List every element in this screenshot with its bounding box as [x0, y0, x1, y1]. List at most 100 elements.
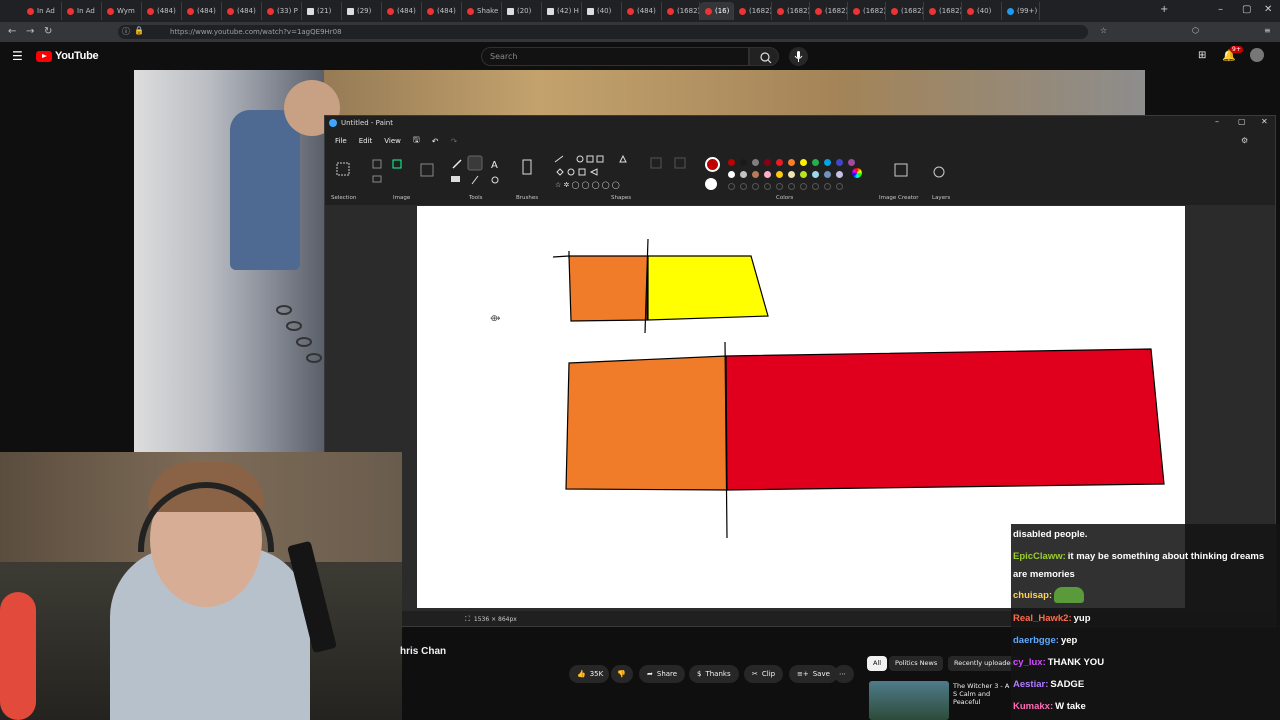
browser-tab[interactable]: (16)	[700, 2, 734, 20]
palette-swatch[interactable]	[764, 159, 771, 166]
search-button[interactable]	[749, 47, 779, 66]
chat-username[interactable]: EpicClaww:	[1013, 551, 1066, 562]
browser-tab[interactable]: (1682)	[810, 2, 848, 20]
empty-custom-swatch[interactable]	[836, 183, 843, 190]
paint-maximize-icon[interactable]: ▢	[1238, 117, 1246, 126]
browser-tab[interactable]: (1682)	[924, 2, 962, 20]
minimize-icon[interactable]: –	[1218, 4, 1223, 15]
browser-tab[interactable]: (1682)	[662, 2, 700, 20]
palette-swatch[interactable]	[752, 171, 759, 178]
browser-tab[interactable]: (20)	[502, 2, 542, 20]
browser-menu-icon[interactable]: ≡	[1264, 26, 1271, 35]
forward-icon[interactable]: →	[26, 26, 34, 37]
browser-tab[interactable]: (29)	[342, 2, 382, 20]
thanks-button[interactable]: $ Thanks	[689, 665, 739, 683]
settings-gear-icon[interactable]: ⚙	[1241, 136, 1248, 145]
browser-tab[interactable]: (484)	[382, 2, 422, 20]
palette-swatch[interactable]	[764, 171, 771, 178]
palette-swatch[interactable]	[824, 171, 831, 178]
browser-tab[interactable]: In Ad	[62, 2, 102, 20]
menu-view[interactable]: View	[380, 137, 405, 145]
browser-tab[interactable]: (33) P	[262, 2, 302, 20]
chat-username[interactable]: Aestiar:	[1013, 679, 1048, 690]
chip-recently-uploaded[interactable]: Recently uploaded	[948, 656, 1021, 671]
palette-swatch[interactable]	[740, 159, 747, 166]
palette-swatch[interactable]	[824, 159, 831, 166]
share-button[interactable]: ➦ Share	[639, 665, 686, 683]
palette-swatch[interactable]	[776, 159, 783, 166]
new-tab-icon[interactable]: +	[1160, 4, 1168, 15]
browser-tab[interactable]: Shake	[462, 2, 502, 20]
browser-tab[interactable]: (484)	[222, 2, 262, 20]
maximize-icon[interactable]: ▢	[1242, 4, 1251, 15]
browser-tab[interactable]: (484)	[142, 2, 182, 20]
browser-tab[interactable]: Wym	[102, 2, 142, 20]
paint-close-icon[interactable]: ✕	[1261, 117, 1268, 126]
palette-swatch[interactable]	[728, 171, 735, 178]
back-icon[interactable]: ←	[8, 26, 16, 37]
palette-swatch[interactable]	[800, 159, 807, 166]
save-button[interactable]: ≡+ Save	[789, 665, 838, 683]
color-picker-icon[interactable]	[852, 168, 862, 178]
palette-swatch[interactable]	[788, 171, 795, 178]
menu-file[interactable]: File	[331, 137, 351, 145]
browser-tab[interactable]: (1682)	[848, 2, 886, 20]
palette-swatch[interactable]	[836, 159, 843, 166]
youtube-logo[interactable]: YouTube	[36, 50, 99, 62]
recommended-thumbnail[interactable]	[869, 681, 949, 720]
palette-swatch[interactable]	[812, 159, 819, 166]
chat-username[interactable]: Kumakx:	[1013, 701, 1053, 712]
browser-tab[interactable]: (1682)	[772, 2, 810, 20]
bookmark-star-icon[interactable]: ☆	[1100, 26, 1107, 35]
close-window-icon[interactable]: ✕	[1264, 4, 1272, 15]
empty-custom-swatch[interactable]	[812, 183, 819, 190]
reload-icon[interactable]: ↻	[44, 26, 52, 37]
avatar[interactable]	[1250, 48, 1264, 62]
chat-username[interactable]: cy_lux:	[1013, 657, 1046, 668]
undo-icon[interactable]: ↶	[428, 137, 443, 146]
info-icon[interactable]: ⓘ	[122, 26, 130, 37]
primary-color-swatch[interactable]	[705, 157, 720, 172]
voice-search-button[interactable]	[789, 47, 808, 66]
recommended-title[interactable]: The Witcher 3 - A S Calm and Peaceful	[953, 682, 1011, 706]
browser-tab[interactable]: (40)	[582, 2, 622, 20]
palette-swatch[interactable]	[848, 159, 855, 166]
empty-custom-swatch[interactable]	[824, 183, 831, 190]
browser-tab[interactable]: (40)	[962, 2, 1002, 20]
chat-username[interactable]: chuisap:	[1013, 590, 1052, 601]
more-actions-button[interactable]: ⋯	[834, 665, 854, 683]
palette-swatch[interactable]	[788, 159, 795, 166]
empty-custom-swatch[interactable]	[776, 183, 783, 190]
palette-swatch[interactable]	[740, 171, 747, 178]
tab-actions-icon[interactable]	[0, 2, 22, 20]
create-video-icon[interactable]: ⊞	[1198, 50, 1206, 61]
browser-tab[interactable]: (21)	[302, 2, 342, 20]
save-icon[interactable]: 🖫	[409, 134, 424, 148]
palette-swatch[interactable]	[728, 159, 735, 166]
browser-tab[interactable]: (484)	[182, 2, 222, 20]
clip-button[interactable]: ✂ Clip	[744, 665, 784, 683]
chip-all[interactable]: All	[867, 656, 888, 671]
menu-edit[interactable]: Edit	[355, 137, 377, 145]
like-button[interactable]: 👍 35K	[569, 665, 609, 683]
empty-custom-swatch[interactable]	[788, 183, 795, 190]
browser-tab[interactable]: In Ad	[22, 2, 62, 20]
empty-custom-swatch[interactable]	[764, 183, 771, 190]
empty-custom-swatch[interactable]	[728, 183, 735, 190]
browser-tab[interactable]: (1682)	[886, 2, 924, 20]
empty-custom-swatch[interactable]	[752, 183, 759, 190]
redo-icon[interactable]: ↷	[446, 137, 461, 146]
browser-tab[interactable]: (42) H	[542, 2, 582, 20]
empty-custom-swatch[interactable]	[740, 183, 747, 190]
browser-tab[interactable]: (484)	[622, 2, 662, 20]
empty-custom-swatch[interactable]	[800, 183, 807, 190]
paint-minimize-icon[interactable]: –	[1215, 117, 1219, 126]
search-input[interactable]: Search	[481, 47, 749, 66]
hamburger-menu-icon[interactable]: ☰	[12, 49, 23, 63]
chip-politics-news[interactable]: Politics News	[889, 656, 944, 671]
palette-swatch[interactable]	[812, 171, 819, 178]
extension-icon[interactable]: ⬡	[1192, 26, 1199, 35]
palette-swatch[interactable]	[752, 159, 759, 166]
chat-username[interactable]: daerbgge:	[1013, 635, 1059, 646]
chat-username[interactable]: Real_Hawk2:	[1013, 613, 1072, 624]
